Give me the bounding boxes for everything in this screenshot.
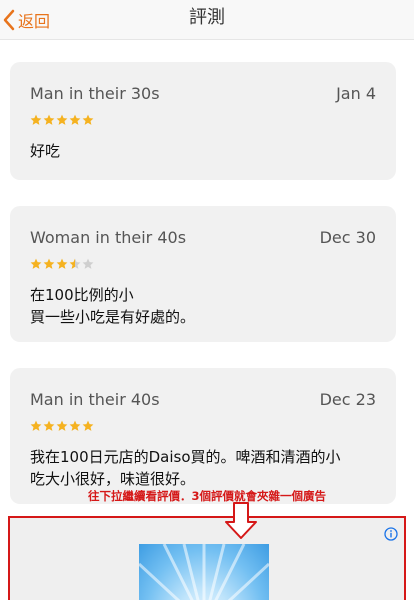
ad-image[interactable] — [139, 544, 269, 600]
star-icon — [69, 258, 81, 269]
star-icon — [30, 114, 42, 125]
star-icon — [56, 258, 68, 269]
reviewer-name: Man in their 30s — [30, 83, 160, 103]
down-arrow-icon — [224, 502, 258, 544]
annotation-note: 往下拉繼續看評價．3個評價就會夾雜一個廣告 — [88, 489, 326, 503]
nav-bar: 返回 評測 — [0, 0, 414, 40]
star-rating — [30, 420, 376, 432]
review-card: Woman in their 40s Dec 30 在100比例的小 買一些小吃… — [10, 206, 396, 342]
star-icon — [43, 114, 55, 125]
page-title: 評測 — [189, 7, 225, 28]
reviewer-name: Man in their 40s — [30, 389, 160, 409]
reviewer-name: Woman in their 40s — [30, 227, 187, 247]
review-card: Man in their 30s Jan 4 好吃 — [10, 62, 396, 180]
info-icon[interactable] — [384, 526, 398, 545]
review-date: Jan 4 — [336, 83, 376, 103]
star-icon — [82, 114, 94, 125]
star-rating — [30, 258, 376, 270]
star-icon — [30, 420, 42, 431]
review-text: 好吃 — [30, 142, 61, 160]
star-icon — [56, 420, 68, 431]
star-icon — [43, 258, 55, 269]
star-icon — [30, 258, 42, 269]
ad-banner[interactable] — [8, 516, 406, 600]
star-icon — [43, 420, 55, 431]
review-card: Man in their 40s Dec 23 我在100日元店的Daiso買的… — [10, 368, 396, 504]
star-icon — [82, 258, 94, 269]
star-rating — [30, 114, 376, 126]
review-text: 我在100日元店的Daiso買的。啤酒和清酒的小 吃大小很好，味道很好。 — [30, 448, 341, 488]
star-icon — [56, 114, 68, 125]
star-icon — [69, 420, 81, 431]
review-text: 在100比例的小 買一些小吃是有好處的。 — [30, 286, 196, 326]
star-icon — [69, 114, 81, 125]
review-date: Dec 30 — [319, 227, 376, 247]
review-date: Dec 23 — [319, 389, 376, 409]
star-icon — [82, 420, 94, 431]
